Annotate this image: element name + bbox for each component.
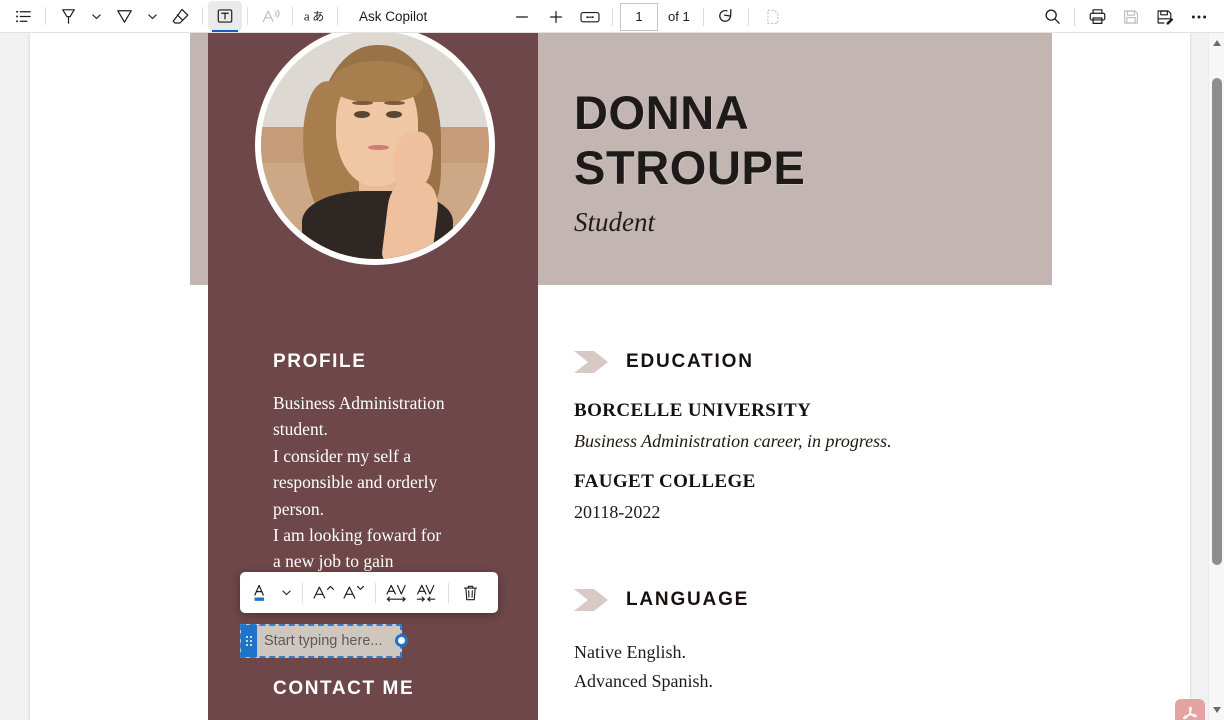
- fit-page-icon[interactable]: [573, 2, 607, 32]
- candidate-last-name: STROUPE: [574, 141, 806, 194]
- text-annotation-placeholder: Start typing here...: [264, 633, 383, 649]
- search-icon[interactable]: [1035, 2, 1069, 32]
- page-view-icon[interactable]: [754, 2, 788, 32]
- education-school: FAUGET COLLEGE: [574, 471, 756, 492]
- vertical-scrollbar[interactable]: [1208, 33, 1224, 720]
- language-item: Native English.: [574, 642, 686, 662]
- pdf-reader-window: a あ Ask Copilot 1 of 1 DONNA STROUPE Stu…: [0, 0, 1224, 720]
- education-entry: FAUGET COLLEGE 20118-2022: [574, 471, 994, 527]
- pen-dropdown-icon[interactable]: [141, 1, 163, 31]
- education-heading: EDUCATION: [626, 351, 754, 372]
- toolbar-divider: [747, 7, 749, 26]
- save-as-icon[interactable]: [1148, 2, 1182, 32]
- svg-text:あ: あ: [312, 10, 324, 24]
- toolbar-divider: [337, 7, 338, 25]
- profile-photo-image: [261, 33, 489, 259]
- contact-heading: CONTACT ME: [273, 678, 415, 699]
- format-divider: [302, 582, 303, 603]
- education-school: BORCELLE UNIVERSITY: [574, 400, 812, 421]
- toolbar-divider: [247, 7, 248, 25]
- zoom-in-button[interactable]: [539, 2, 573, 32]
- format-divider: [375, 582, 376, 603]
- language-section: LANGUAGE Native English. Advanced Spanis…: [574, 588, 994, 696]
- scroll-up-arrow-icon[interactable]: [1209, 35, 1224, 51]
- add-text-icon[interactable]: [208, 1, 242, 32]
- contact-section: CONTACT ME: [273, 678, 523, 700]
- toolbar-divider: [702, 7, 704, 26]
- svg-text:a: a: [304, 9, 310, 24]
- highlighter-icon[interactable]: [51, 1, 85, 31]
- toolbar-divider: [45, 7, 46, 25]
- text-annotation-resize-handle[interactable]: [395, 634, 408, 647]
- profile-line: I consider my self a: [273, 445, 412, 466]
- profile-text: Business Administration student. I consi…: [273, 390, 523, 601]
- acrobat-pdf-icon[interactable]: [1175, 699, 1205, 720]
- rotate-icon[interactable]: [709, 2, 743, 32]
- more-options-icon[interactable]: [1182, 2, 1216, 32]
- profile-line: Business Administration: [273, 393, 445, 413]
- toolbar-divider: [612, 7, 613, 26]
- pen-icon[interactable]: [107, 1, 141, 31]
- toolbar-left-group: a あ Ask Copilot: [0, 1, 437, 32]
- candidate-role: Student: [574, 207, 655, 237]
- toolbar-divider: [1074, 7, 1075, 26]
- language-item: Advanced Spanish.: [574, 671, 713, 691]
- text-annotation-input[interactable]: Start typing here...: [240, 624, 402, 658]
- education-heading-row: EDUCATION: [574, 350, 994, 374]
- profile-line: responsible and orderly: [273, 472, 438, 493]
- highlighter-dropdown-icon[interactable]: [85, 1, 107, 31]
- increase-font-size-icon[interactable]: [309, 578, 339, 608]
- toolbar-right-group: [1035, 0, 1216, 33]
- scrollbar-thumb[interactable]: [1212, 78, 1222, 565]
- document-viewport[interactable]: DONNA STROUPE Student PROFILE Business A…: [0, 33, 1224, 720]
- toolbar-divider: [202, 7, 203, 25]
- zoom-out-button[interactable]: [505, 2, 539, 32]
- language-list: Native English. Advanced Spanish.: [574, 638, 994, 696]
- font-color-icon[interactable]: [246, 578, 276, 608]
- translate-icon[interactable]: a あ: [298, 1, 332, 31]
- page-count-label: of 1: [668, 9, 690, 24]
- main-toolbar: a あ Ask Copilot 1 of 1: [0, 0, 1224, 33]
- profile-heading: PROFILE: [273, 351, 367, 372]
- chevron-right-icon: [574, 589, 608, 611]
- ask-copilot-label: Ask Copilot: [359, 8, 428, 24]
- decrease-font-size-icon[interactable]: [339, 578, 369, 608]
- language-heading: LANGUAGE: [626, 589, 750, 610]
- eraser-icon[interactable]: [163, 1, 197, 31]
- education-detail: Business Administration career, in progr…: [574, 431, 892, 451]
- chevron-right-icon: [574, 351, 608, 373]
- education-section: EDUCATION BORCELLE UNIVERSITY Business A…: [574, 350, 994, 527]
- candidate-first-name: DONNA: [574, 86, 750, 139]
- save-icon[interactable]: [1114, 2, 1148, 32]
- language-heading-row: LANGUAGE: [574, 588, 994, 612]
- education-entry: BORCELLE UNIVERSITY Business Administrat…: [574, 400, 994, 455]
- candidate-name-block: DONNA STROUPE Student: [574, 85, 1034, 238]
- decrease-letter-spacing-icon[interactable]: [412, 578, 442, 608]
- font-color-dropdown-icon[interactable]: [276, 578, 296, 608]
- delete-icon[interactable]: [455, 578, 485, 608]
- grip-dots-icon: [246, 636, 252, 646]
- text-annotation-drag-handle[interactable]: [241, 625, 257, 657]
- text-format-toolbar: [240, 572, 498, 613]
- profile-section: PROFILE Business Administration student.…: [273, 351, 523, 601]
- profile-line: I am looking foward for: [273, 525, 442, 546]
- profile-line: a new job to gain: [273, 551, 394, 572]
- toolbar-center-group: 1 of 1: [505, 0, 788, 33]
- list-view-icon[interactable]: [6, 1, 40, 31]
- page-number-input[interactable]: 1: [620, 2, 658, 31]
- print-icon[interactable]: [1080, 2, 1114, 32]
- scroll-down-arrow-icon[interactable]: [1209, 702, 1224, 718]
- toolbar-divider: [292, 7, 293, 25]
- profile-line: person.: [273, 498, 325, 519]
- education-detail: 20118-2022: [574, 502, 661, 522]
- read-aloud-icon[interactable]: [253, 1, 287, 31]
- profile-line: student.: [273, 419, 328, 440]
- profile-photo: [255, 33, 495, 265]
- text-annotation-box[interactable]: Start typing here...: [240, 624, 408, 658]
- page-number-value: 1: [635, 9, 643, 24]
- increase-letter-spacing-icon[interactable]: [382, 578, 412, 608]
- format-divider: [448, 582, 449, 603]
- ask-copilot-button[interactable]: Ask Copilot: [349, 3, 437, 29]
- resume-page[interactable]: DONNA STROUPE Student PROFILE Business A…: [30, 33, 1190, 720]
